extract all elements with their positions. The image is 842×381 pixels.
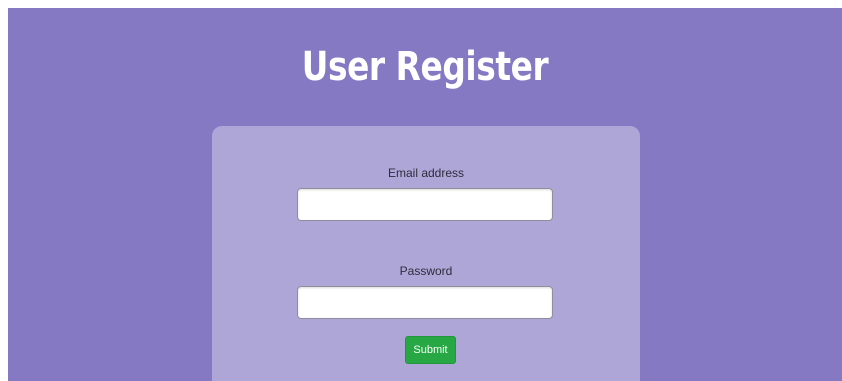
email-label: Email address: [387, 166, 465, 180]
register-form-card: Email address Password Submit: [212, 126, 640, 381]
page-title: User Register: [301, 44, 549, 90]
email-input[interactable]: [297, 188, 553, 221]
page-background: User Register Email address Password Sub…: [8, 8, 842, 381]
password-input[interactable]: [297, 286, 553, 319]
submit-button[interactable]: Submit: [405, 336, 456, 364]
password-label: Password: [399, 264, 453, 278]
